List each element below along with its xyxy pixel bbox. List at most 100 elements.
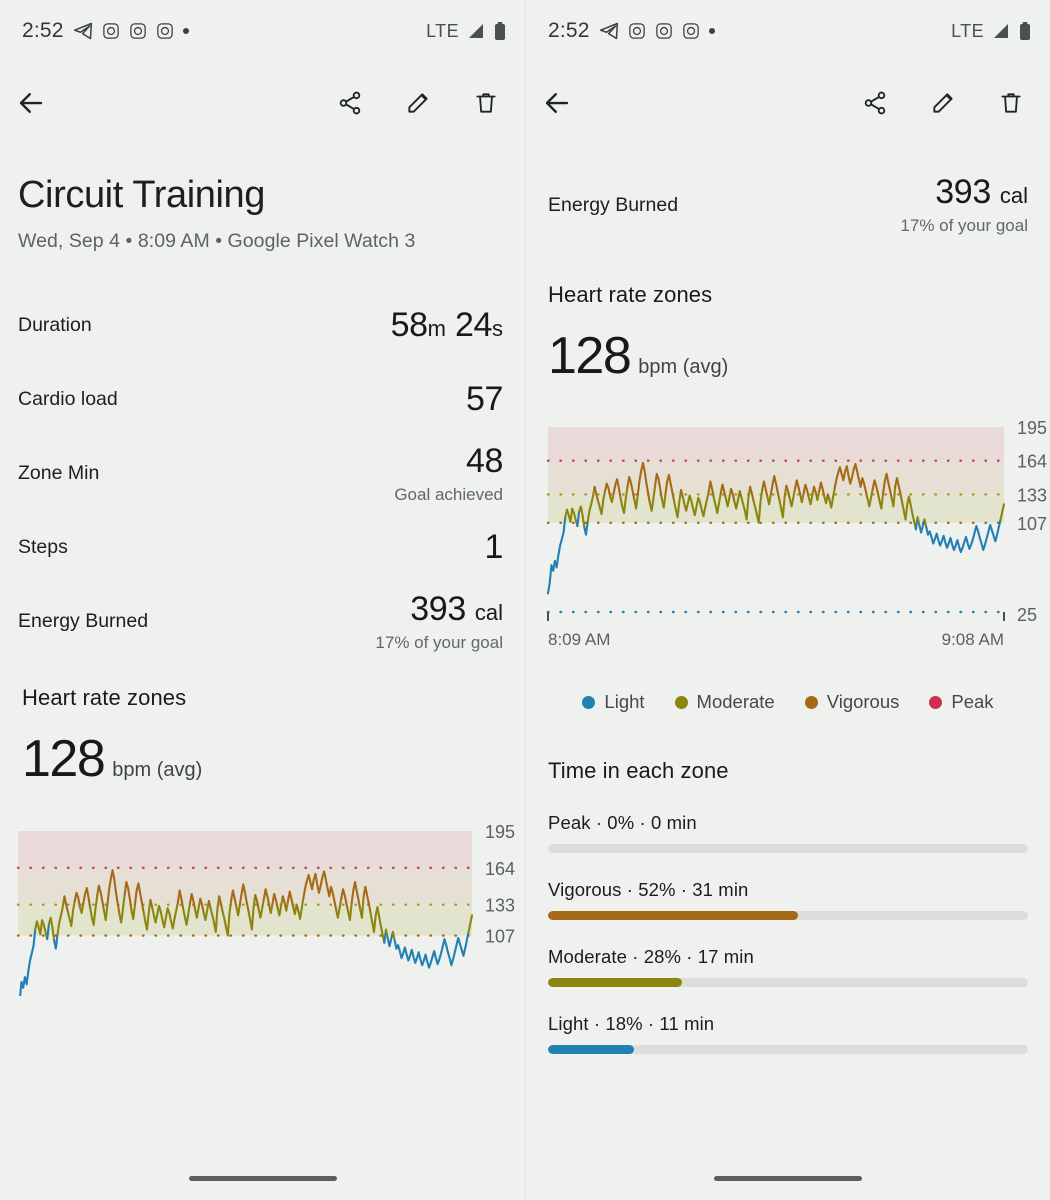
telegram-icon [73,21,93,41]
stat-value-group: 48 Goal achieved [394,442,503,504]
instagram-icon [628,22,646,40]
legend-item-light[interactable]: Light [582,691,645,713]
status-bar-right-group: LTE [426,21,507,42]
stat-value-group: 58m 24s [390,306,503,345]
dual-screenshot-container: 2:52 LTE Circuit Training Wed, Sep 4 • 8… [0,0,1050,1200]
zone-label: Peak · 0% · 0 min [548,812,697,833]
legend-label: Peak [951,691,994,712]
stat-row-energy-burned: Energy Burned 393 cal 17% of your goal [548,168,1028,242]
nav-bar-right [526,1156,1050,1200]
stat-row-zone-min: Zone Min 48 Goal achieved [18,437,503,511]
heart-rate-section-right: Heart rate zones 128 bpm (avg) [526,242,1050,382]
heart-rate-section-left: Heart rate zones 128 bpm (avg) [0,659,525,785]
home-indicator[interactable] [188,1175,337,1181]
stat-label: Energy Burned [548,193,679,216]
stat-row-steps: Steps 1 [18,511,503,585]
duration-minutes: 58 [390,306,428,345]
zone-item-vigorous[interactable]: Vigorous · 52% · 31 min [548,879,1028,920]
zone-item-light[interactable]: Light · 18% · 11 min [548,1013,1028,1054]
legend-item-vigorous[interactable]: Vigorous [804,691,900,713]
zone-progress-fill [548,911,798,920]
zone-bars-list: Peak · 0% · 0 min Vigorous · 52% · 31 mi… [526,812,1050,1054]
stat-value: 58m 24s [390,306,503,345]
legend-dot-icon [804,695,818,709]
legend-dot-icon [582,695,596,709]
zone-label: Vigorous · 52% · 31 min [548,879,749,900]
legend-dot-icon [674,695,688,709]
chart-legend: Light Moderate Vigorous Peak [526,691,1050,713]
delete-button[interactable] [994,86,1028,120]
workout-subtitle: Wed, Sep 4 • 8:09 AM • Google Pixel Watc… [18,229,416,252]
more-dot-icon [708,28,715,34]
zone-label: Light · 18% · 11 min [548,1013,715,1034]
stat-label: Duration [18,314,92,337]
energy-unit: cal [474,600,503,626]
avg-bpm-line: 128 bpm (avg) [22,733,503,785]
stat-label: Steps [18,536,68,559]
edit-button[interactable] [401,86,435,120]
instagram-icon [682,22,700,40]
zone-item-peak[interactable]: Peak · 0% · 0 min [548,812,1028,853]
energy-burned-block: Energy Burned 393 cal 17% of your goal [526,144,1050,242]
stat-sublabel: Goal achieved [394,484,503,504]
stat-value-group: 393 cal 17% of your goal [900,174,1028,235]
stat-row-energy-burned: Energy Burned 393 cal 17% of your goal [18,585,503,659]
edit-button[interactable] [926,86,960,120]
status-bar-left-group: 2:52 [22,19,189,43]
stats-list: Duration 58m 24s Cardio load 57 Zone Min… [0,253,525,659]
zone-progress-track [548,978,1028,987]
instagram-icon [156,22,174,40]
back-button[interactable] [14,86,48,120]
instagram-icon [102,22,120,40]
screen-left: 2:52 LTE Circuit Training Wed, Sep 4 • 8… [0,0,525,1200]
zone-progress-track [548,1045,1028,1054]
legend-label: Moderate [696,691,775,712]
svg-text:195: 195 [1017,418,1047,438]
battery-icon [1018,21,1032,41]
stat-value: 48 [465,442,503,481]
home-indicator[interactable] [714,1175,862,1181]
delete-button[interactable] [469,86,503,120]
heart-rate-chart-left[interactable]: 195 164 133 107 [0,811,525,996]
heart-rate-chart-svg: 195 164 133 107 [16,822,515,996]
app-bar-right [526,62,1050,144]
legend-dot-icon [929,695,943,709]
stat-label: Energy Burned [18,610,149,633]
heart-rate-chart-right[interactable]: 195 164 133 107 25 8:09 AM 9:08 AM [526,412,1050,677]
svg-text:107: 107 [485,926,515,946]
avg-bpm-value: 128 [22,729,106,788]
avg-bpm-unit: bpm (avg) [638,356,729,378]
legend-label: Light [604,691,645,712]
stat-label: Zone Min [18,462,100,485]
status-bar-left: 2:52 LTE [0,0,525,62]
share-button[interactable] [858,86,892,120]
share-button[interactable] [333,86,367,120]
legend-item-peak[interactable]: Peak [929,691,994,713]
legend-item-moderate[interactable]: Moderate [674,691,775,713]
network-type-label: LTE [951,20,984,41]
time-in-zone-header: Time in each zone [526,713,1050,784]
duration-minutes-unit: m [427,316,446,342]
svg-text:195: 195 [485,822,515,842]
duration-seconds: 24 [454,306,492,345]
workout-title-block: Circuit Training Wed, Sep 4 • 8:09 AM • … [0,144,525,253]
svg-text:25: 25 [1017,605,1037,625]
status-time: 2:52 [548,19,590,42]
svg-text:9:08 AM: 9:08 AM [942,630,1004,649]
stat-value: 393 cal [900,174,1028,211]
svg-text:133: 133 [485,896,515,916]
app-bar-actions [858,86,1028,120]
avg-bpm-unit: bpm (avg) [112,758,203,781]
svg-text:164: 164 [1017,452,1047,472]
heart-rate-chart-svg: 195 164 133 107 25 8:09 AM 9:08 AM [546,418,1047,649]
back-button[interactable] [540,86,574,120]
status-bar-right-group: LTE [951,21,1032,42]
zone-item-moderate[interactable]: Moderate · 28% · 17 min [548,946,1028,987]
svg-text:133: 133 [1017,485,1047,505]
instagram-icon [655,22,673,40]
stat-value-group: 393 cal 17% of your goal [375,590,503,652]
status-bar-right: 2:52 LTE [526,0,1050,62]
legend-label: Vigorous [826,691,900,712]
status-bar-left-group: 2:52 [548,19,715,43]
app-bar-left [0,62,525,144]
